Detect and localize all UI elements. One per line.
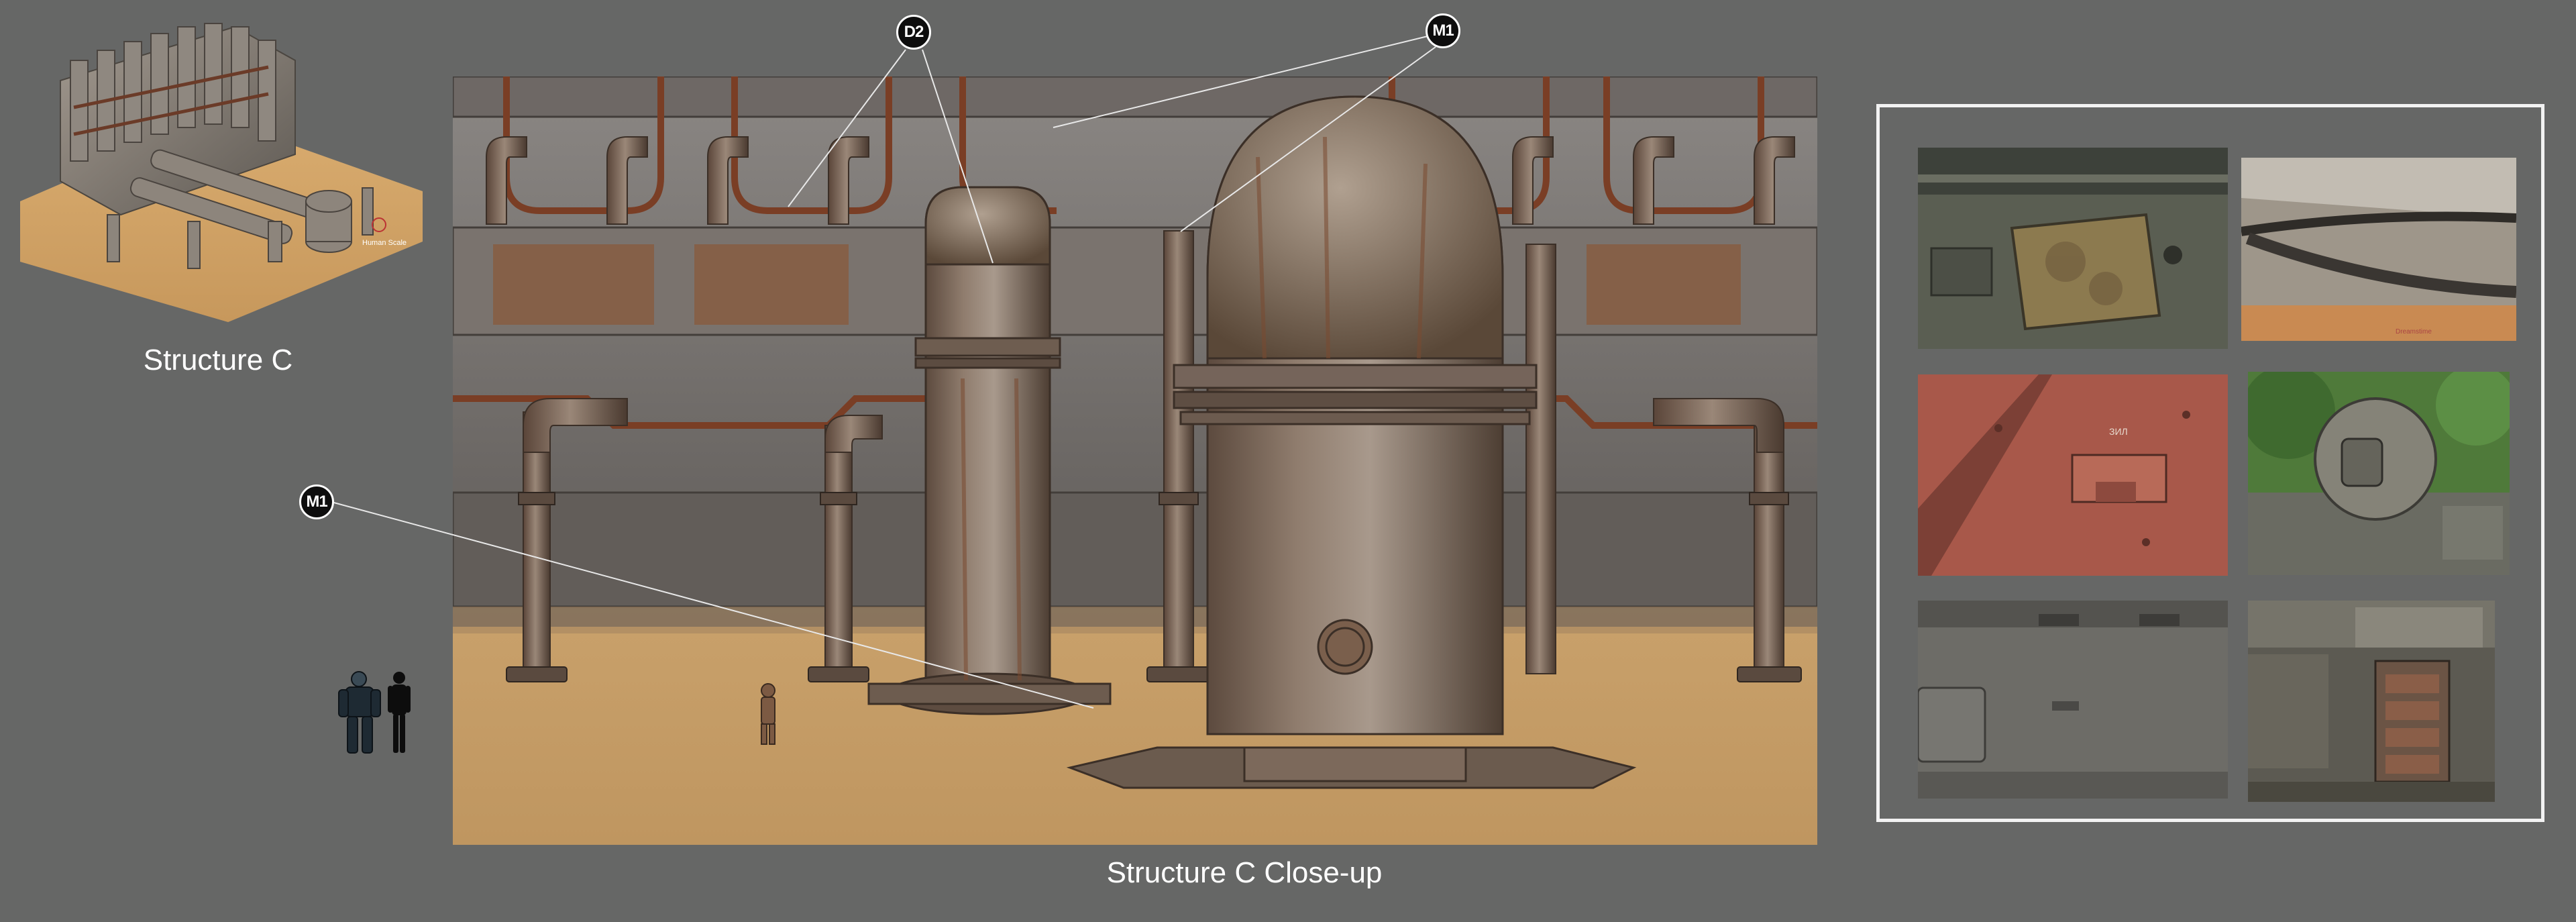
stencil-marking: ЗИЛ <box>2109 426 2128 437</box>
human-silhouette <box>388 672 411 753</box>
reference-photo-tank-track <box>2248 601 2495 802</box>
human-scale-figures <box>335 670 416 754</box>
reference-photo-cables: Dreamstime <box>2241 158 2516 341</box>
m1-left-leader-line <box>331 501 1094 709</box>
d2-leader-line-right <box>922 49 994 264</box>
d2-leader-line-left <box>788 49 906 207</box>
reference-photo-turret-hatch <box>2248 372 2510 575</box>
m1-top-leader-line-left <box>1053 36 1428 128</box>
reference-photo-red-armor: ЗИЛ <box>1918 374 2228 576</box>
reference-photo-hatch <box>1918 148 2228 349</box>
m1-top-leader-line-right <box>1180 46 1436 232</box>
armored-soldier-silhouette <box>338 671 381 754</box>
callout-m1-left: M1 <box>299 484 334 519</box>
reference-photo-grey-hull <box>1918 601 2228 799</box>
reference-photos-panel: Dreamstime ЗИЛ <box>1876 104 2544 822</box>
stock-photo-watermark: Dreamstime <box>2396 328 2432 336</box>
callout-d2: D2 <box>896 15 931 50</box>
callout-m1-top: M1 <box>1426 13 1460 48</box>
